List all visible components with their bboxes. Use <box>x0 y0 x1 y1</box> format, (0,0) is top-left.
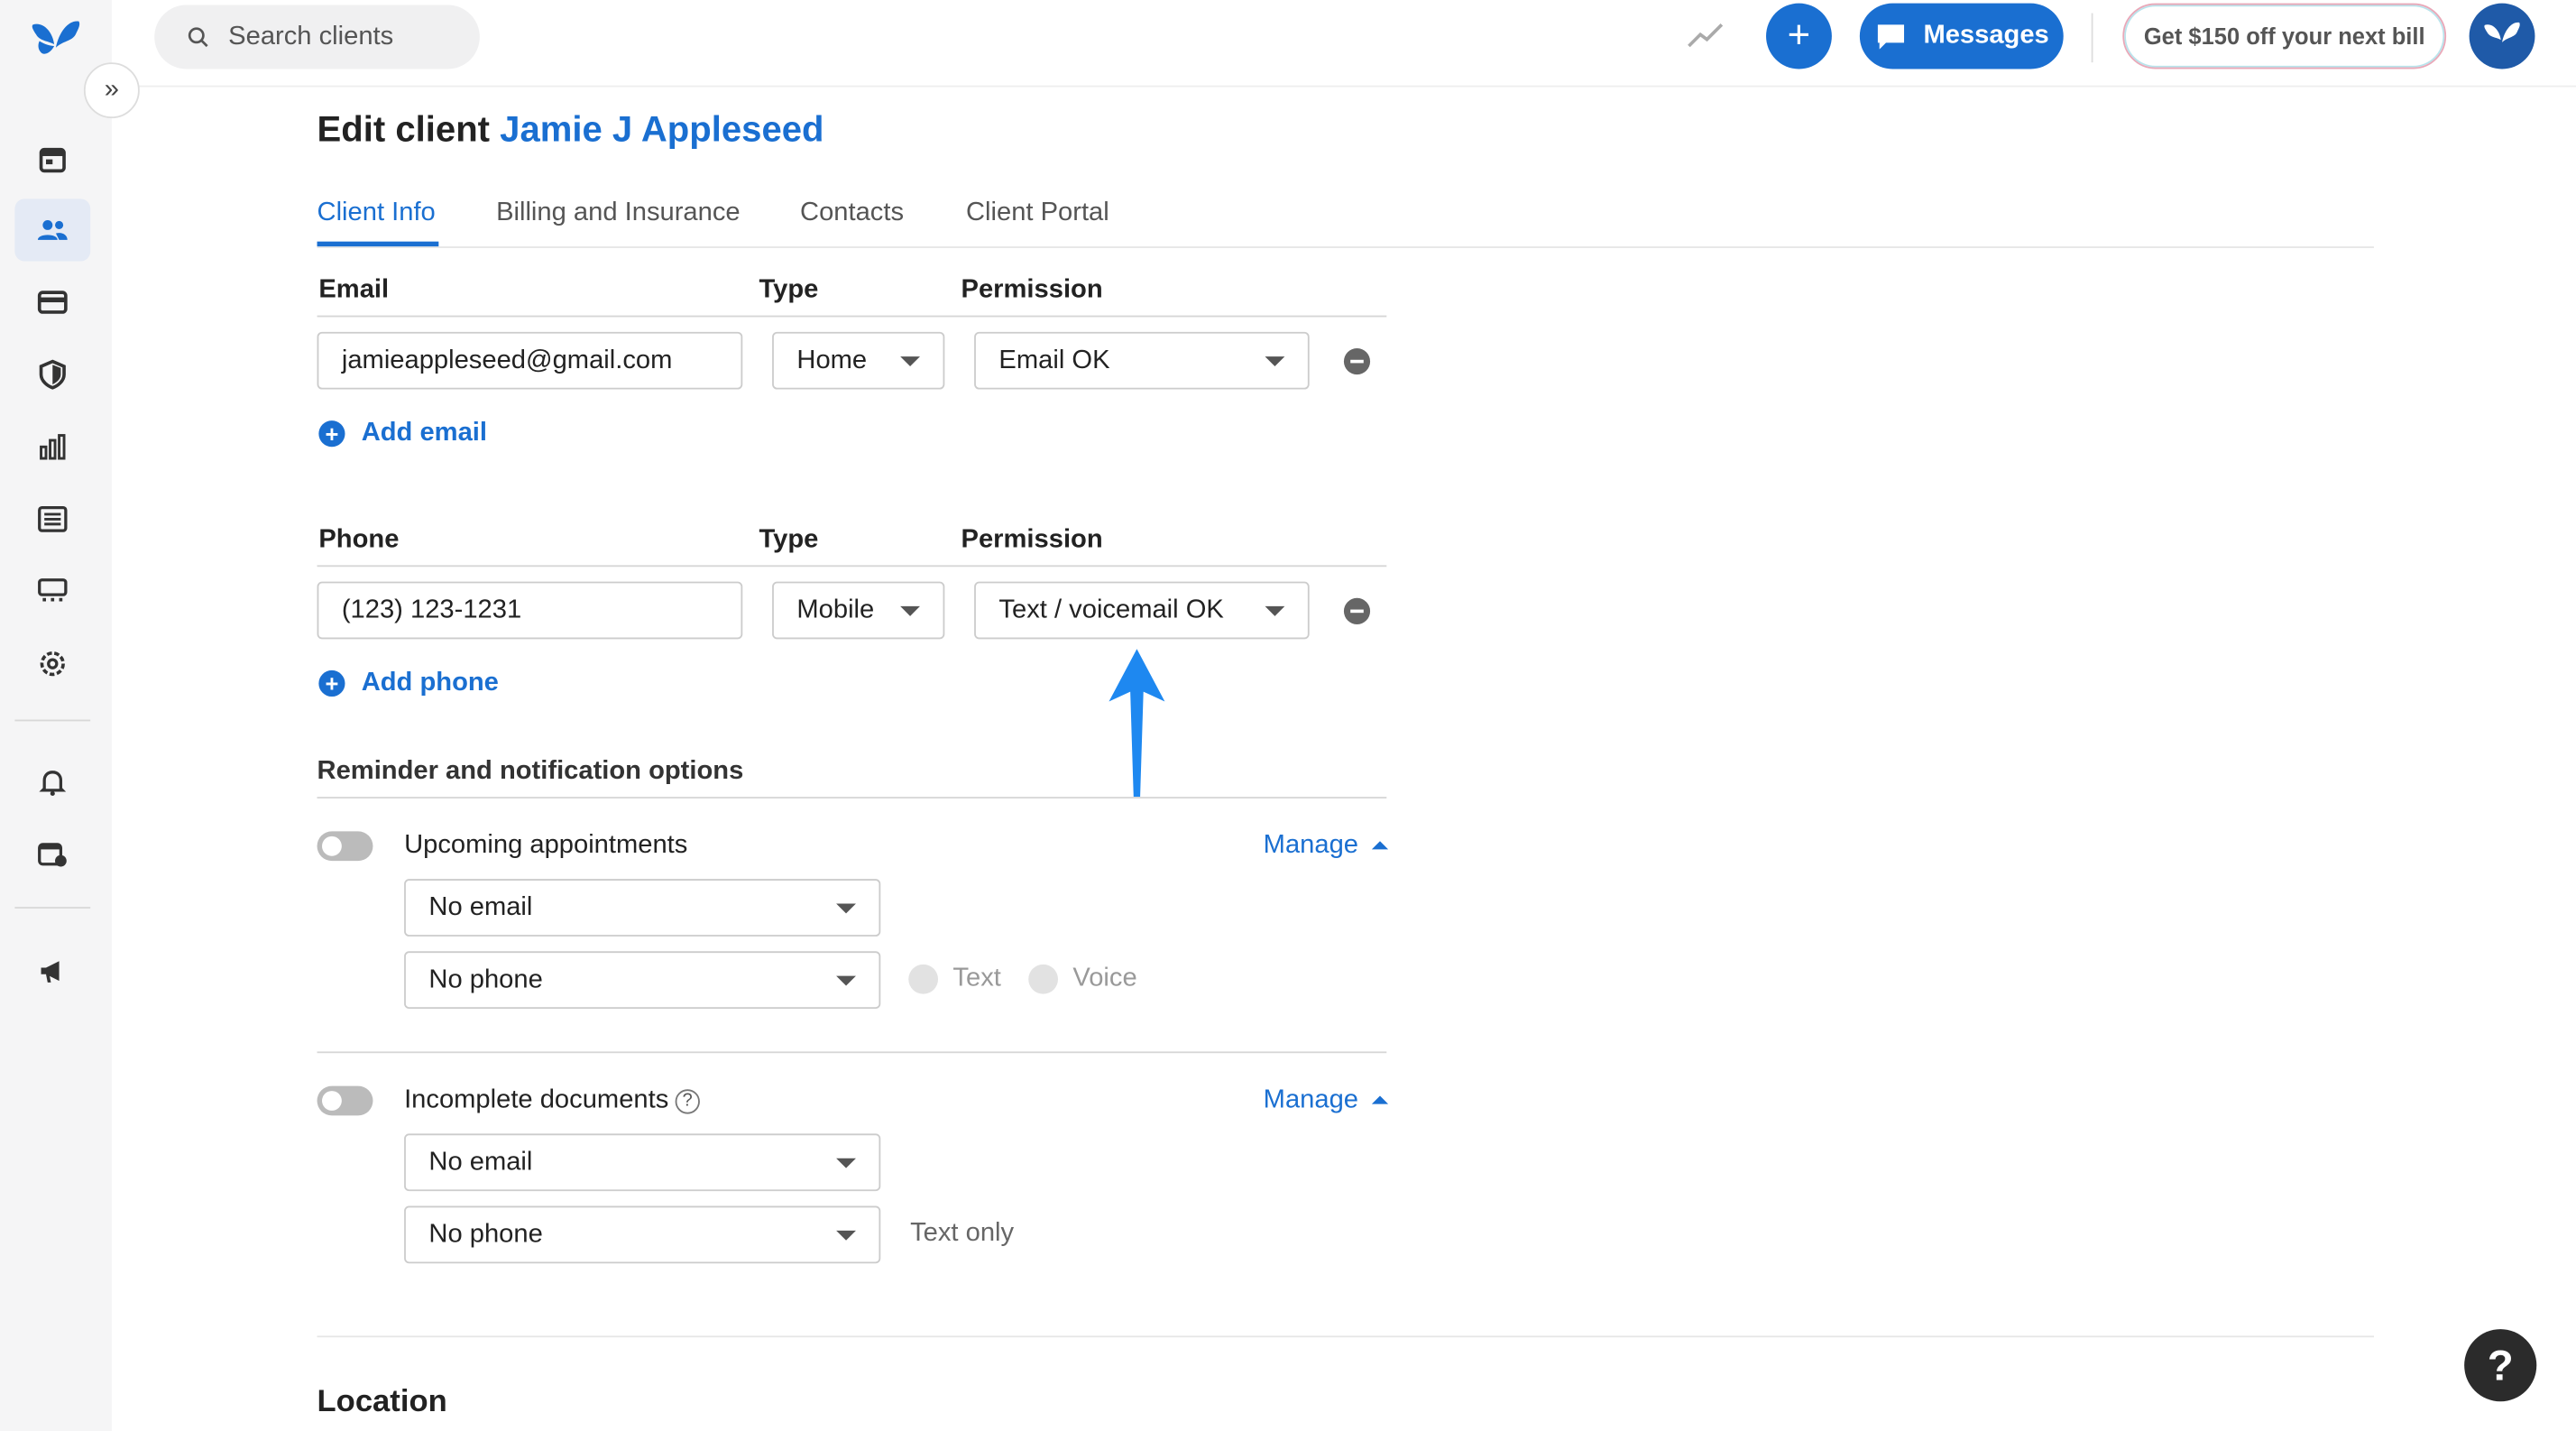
search-icon <box>188 27 208 48</box>
phone-permission-header: Permission <box>961 525 1103 554</box>
messages-button[interactable]: Messages <box>1859 3 2064 69</box>
active-tab-indicator <box>317 241 439 247</box>
upcoming-email-value: No email <box>428 892 533 921</box>
add-email-label: Add email <box>361 419 487 448</box>
radio-text-label: Text <box>952 964 1001 992</box>
incomplete-documents-label-wrap: Incomplete documents? <box>404 1086 700 1116</box>
avatar-butterfly-icon <box>2484 22 2520 42</box>
email-permission-value: Email OK <box>998 346 1110 374</box>
phone-permission-select[interactable]: Text / voicemail OK <box>974 581 1310 640</box>
top-bar: Search clients + Messages Get $150 off y… <box>111 0 2576 88</box>
analytics-bars-icon[interactable] <box>14 416 90 478</box>
location-title: Location <box>317 1385 447 1420</box>
incomplete-phone-value: No phone <box>428 1220 543 1248</box>
phone-type-value: Mobile <box>796 595 875 624</box>
clients-icon[interactable] <box>14 198 91 262</box>
promo-button[interactable]: Get $150 off your next bill <box>2122 3 2447 69</box>
megaphone-icon[interactable] <box>14 940 90 1002</box>
incomplete-email-value: No email <box>428 1147 533 1176</box>
radio-text-dot <box>908 964 939 994</box>
calendar-settings-icon[interactable] <box>14 823 90 885</box>
annotation-arrow-icon <box>1109 649 1165 798</box>
add-phone-plus-icon: + <box>318 669 345 697</box>
client-tabs: Client Info Billing and Insurance Contac… <box>317 196 2374 248</box>
trend-chart-icon[interactable] <box>1686 20 1725 52</box>
client-name: Jamie J Appleseed <box>500 108 824 150</box>
phone-type-header: Type <box>759 525 819 554</box>
location-divider <box>317 1335 2374 1338</box>
notifications-bell-icon[interactable] <box>14 751 90 813</box>
incomplete-manage-link[interactable]: Manage <box>1264 1086 1388 1116</box>
calendar-icon[interactable] <box>14 128 90 190</box>
add-phone-link[interactable]: + Add phone <box>318 669 499 698</box>
upcoming-email-select[interactable]: No email <box>404 879 881 937</box>
sidebar <box>0 0 112 1431</box>
incomplete-email-select[interactable]: No email <box>404 1133 881 1192</box>
incomplete-documents-toggle[interactable] <box>317 1085 373 1116</box>
remove-email-icon[interactable] <box>1343 348 1371 375</box>
upcoming-phone-select[interactable]: No phone <box>404 951 881 1010</box>
reminders-divider <box>317 1051 1387 1054</box>
tab-client-info[interactable]: Client Info <box>317 198 436 228</box>
upcoming-appointments-toggle[interactable] <box>317 831 373 862</box>
email-field[interactable]: jamieappleseed@gmail.com <box>317 331 743 390</box>
phone-field[interactable]: (123) 123-1231 <box>317 581 743 640</box>
email-permission-select[interactable]: Email OK <box>974 331 1310 390</box>
billing-card-icon[interactable] <box>14 271 90 333</box>
marketplace-icon[interactable] <box>14 560 90 623</box>
incomplete-documents-label: Incomplete documents <box>404 1085 669 1114</box>
phone-permission-value: Text / voicemail OK <box>998 595 1224 624</box>
email-header: Email <box>318 275 390 304</box>
add-email-plus-icon: + <box>318 420 345 448</box>
insurance-shield-icon[interactable] <box>14 344 90 406</box>
search-placeholder: Search clients <box>228 22 394 51</box>
email-type-value: Home <box>796 346 868 374</box>
tab-billing-insurance[interactable]: Billing and Insurance <box>496 198 741 228</box>
email-header-line <box>317 315 1387 318</box>
reports-list-icon[interactable] <box>14 488 90 550</box>
help-button[interactable]: ? <box>2464 1329 2537 1402</box>
sidebar-divider <box>14 907 91 909</box>
upcoming-phone-value: No phone <box>428 965 543 993</box>
radio-voice-label: Voice <box>1072 964 1137 992</box>
phone-header: Phone <box>318 525 400 554</box>
text-only-note: Text only <box>910 1219 1015 1248</box>
radio-text[interactable]: Text <box>908 964 1001 994</box>
email-type-select[interactable]: Home <box>772 331 945 390</box>
phone-type-select[interactable]: Mobile <box>772 581 945 640</box>
sidebar-divider <box>14 719 91 722</box>
avatar[interactable] <box>2469 3 2535 69</box>
reminders-title: Reminder and notification options <box>317 757 744 786</box>
topbar-divider <box>2091 13 2093 63</box>
add-phone-label: Add phone <box>361 669 499 697</box>
radio-voice[interactable]: Voice <box>1028 964 1137 994</box>
email-type-header: Type <box>759 275 819 304</box>
upcoming-manage-link[interactable]: Manage <box>1264 831 1388 861</box>
incomplete-phone-select[interactable]: No phone <box>404 1205 881 1264</box>
tab-client-portal[interactable]: Client Portal <box>966 198 1109 228</box>
upcoming-appointments-label: Upcoming appointments <box>404 831 688 860</box>
remove-phone-icon[interactable] <box>1343 597 1371 624</box>
radio-voice-dot <box>1028 964 1059 994</box>
help-question-icon[interactable]: ? <box>675 1089 700 1114</box>
add-email-link[interactable]: + Add email <box>318 419 487 448</box>
reminders-line <box>317 797 1387 799</box>
page-title: Edit client Jamie J Appleseed <box>317 108 824 151</box>
email-permission-header: Permission <box>961 275 1103 304</box>
settings-gear-icon[interactable] <box>14 632 90 695</box>
page-title-prefix: Edit client <box>317 108 501 150</box>
message-bubble-icon <box>1877 24 1904 50</box>
expand-sidebar-button[interactable]: » <box>83 62 140 119</box>
search-input[interactable]: Search clients <box>154 5 480 69</box>
add-new-button[interactable]: + <box>1766 3 1832 69</box>
brand-logo-icon[interactable] <box>30 18 82 60</box>
tab-contacts[interactable]: Contacts <box>800 198 904 228</box>
phone-header-line <box>317 565 1387 568</box>
messages-label: Messages <box>1923 21 2049 50</box>
